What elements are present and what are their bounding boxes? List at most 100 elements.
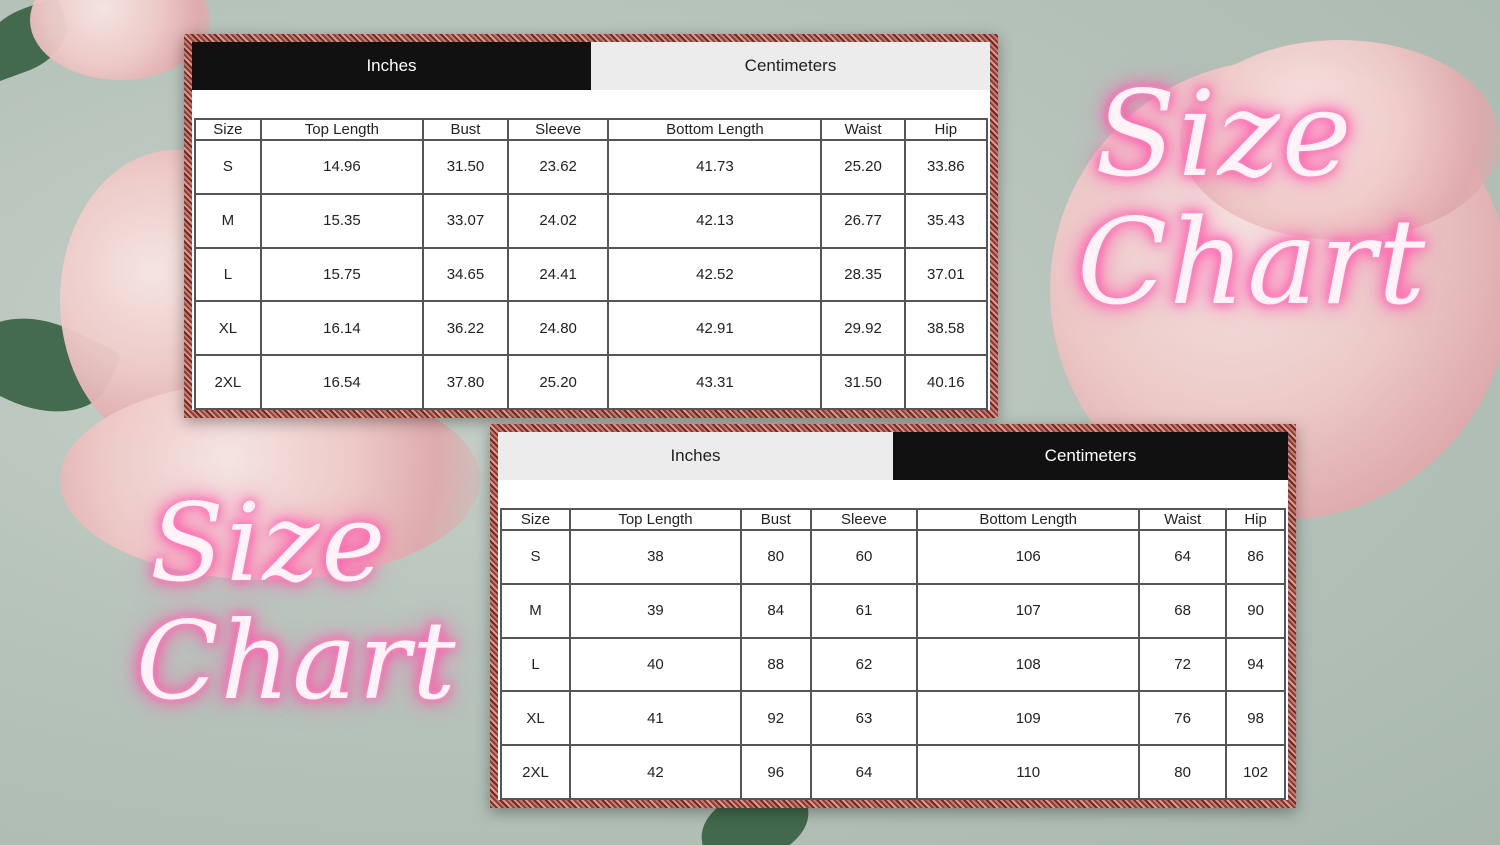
table-cell: 63 (809, 690, 919, 747)
header-cell: Waist (820, 118, 906, 141)
table-cell: 37.01 (903, 246, 989, 303)
table-cell: S (500, 529, 571, 585)
table-cell: 40.16 (903, 354, 989, 410)
table-row: 2XL 16.54 37.80 25.20 43.31 31.50 40.16 (194, 354, 989, 410)
tab-inches[interactable]: Inches (192, 42, 591, 90)
header-cell: Sleeve (809, 508, 919, 531)
table-row: S 14.96 31.50 23.62 41.73 25.20 33.86 (194, 139, 989, 195)
table-cell: 86 (1225, 529, 1286, 585)
header-cell: Sleeve (506, 118, 610, 141)
table-cell: 88 (739, 636, 812, 693)
table-cell: 35.43 (903, 192, 989, 249)
table-cell: 68 (1138, 582, 1228, 639)
table-cell: 41.73 (607, 139, 823, 195)
table-cell: 84 (739, 582, 812, 639)
table-cell: 42.52 (607, 246, 823, 303)
table-row: L 15.75 34.65 24.41 42.52 28.35 37.01 (194, 246, 989, 303)
table-cell: 107 (916, 582, 1141, 639)
table-cell: 16.14 (259, 300, 425, 357)
table-cell: 33.07 (422, 192, 509, 249)
size-table-inches: Size Top Length Bust Sleeve Bottom Lengt… (194, 118, 989, 410)
header-cell: Hip (1225, 508, 1286, 531)
table-cell: 42.13 (607, 192, 823, 249)
table-cell: 23.62 (506, 139, 610, 195)
header-cell: Top Length (259, 118, 425, 141)
table-cell: 102 (1225, 744, 1286, 800)
header-cell: Hip (903, 118, 989, 141)
table-cell: 2XL (500, 744, 571, 800)
table-cell: 110 (916, 744, 1141, 800)
table-cell: 80 (1138, 744, 1228, 800)
table-cell: 34.65 (422, 246, 509, 303)
header-cell: Top Length (568, 508, 742, 531)
size-chart-centimeters-panel: Inches Centimeters Size Top Length Bust … (490, 424, 1296, 808)
table-cell: 106 (916, 529, 1141, 585)
table-cell: 108 (916, 636, 1141, 693)
table-cell: 25.20 (820, 139, 906, 195)
table-cell: 28.35 (820, 246, 906, 303)
table-cell: 24.41 (506, 246, 610, 303)
table-cell: S (194, 139, 262, 195)
table-cell: 72 (1138, 636, 1228, 693)
header-cell: Bust (422, 118, 509, 141)
header-cell: Bust (739, 508, 812, 531)
table-cell: L (194, 246, 262, 303)
table-cell: 61 (809, 582, 919, 639)
table-cell: 37.80 (422, 354, 509, 410)
tab-centimeters[interactable]: Centimeters (893, 432, 1288, 480)
table-cell: 76 (1138, 690, 1228, 747)
table-cell: 90 (1225, 582, 1286, 639)
table-cell: 33.86 (903, 139, 989, 195)
table-row: M 39 84 61 107 68 90 (500, 582, 1286, 639)
header-cell: Waist (1138, 508, 1228, 531)
table-cell: 24.80 (506, 300, 610, 357)
table-cell: 62 (809, 636, 919, 693)
table-cell: 64 (809, 744, 919, 800)
table-cell: 36.22 (422, 300, 509, 357)
table-cell: XL (500, 690, 571, 747)
table-cell: XL (194, 300, 262, 357)
header-cell: Bottom Length (607, 118, 823, 141)
table-cell: 15.75 (259, 246, 425, 303)
table-cell: 15.35 (259, 192, 425, 249)
table-cell: M (194, 192, 262, 249)
table-cell: 38 (568, 529, 742, 585)
table-cell: 60 (809, 529, 919, 585)
table-cell: 96 (739, 744, 812, 800)
size-chart-inches-panel: Inches Centimeters Size Top Length Bust … (184, 34, 998, 418)
table-cell: 24.02 (506, 192, 610, 249)
tab-inches[interactable]: Inches (498, 432, 893, 480)
table-cell: L (500, 636, 571, 693)
table-header-row: Size Top Length Bust Sleeve Bottom Lengt… (194, 118, 989, 141)
unit-tabs: Inches Centimeters (192, 42, 990, 90)
table-cell: 64 (1138, 529, 1228, 585)
table-cell: 42.91 (607, 300, 823, 357)
table-cell: M (500, 582, 571, 639)
header-cell: Size (194, 118, 262, 141)
table-cell: 98 (1225, 690, 1286, 747)
table-cell: 94 (1225, 636, 1286, 693)
table-row: XL 16.14 36.22 24.80 42.91 29.92 38.58 (194, 300, 989, 357)
tab-centimeters[interactable]: Centimeters (591, 42, 990, 90)
table-row: S 38 80 60 106 64 86 (500, 529, 1286, 585)
table-row: XL 41 92 63 109 76 98 (500, 690, 1286, 747)
table-cell: 43.31 (607, 354, 823, 410)
table-row: 2XL 42 96 64 110 80 102 (500, 744, 1286, 800)
table-cell: 39 (568, 582, 742, 639)
unit-tabs: Inches Centimeters (498, 432, 1288, 480)
table-cell: 92 (739, 690, 812, 747)
table-cell: 2XL (194, 354, 262, 410)
size-table-centimeters: Size Top Length Bust Sleeve Bottom Lengt… (500, 508, 1286, 800)
table-cell: 80 (739, 529, 812, 585)
table-cell: 40 (568, 636, 742, 693)
table-cell: 31.50 (820, 354, 906, 410)
table-cell: 25.20 (506, 354, 610, 410)
table-cell: 16.54 (259, 354, 425, 410)
table-cell: 31.50 (422, 139, 509, 195)
header-cell: Bottom Length (916, 508, 1141, 531)
table-row: M 15.35 33.07 24.02 42.13 26.77 35.43 (194, 192, 989, 249)
table-cell: 109 (916, 690, 1141, 747)
table-cell: 42 (568, 744, 742, 800)
table-cell: 29.92 (820, 300, 906, 357)
table-cell: 14.96 (259, 139, 425, 195)
